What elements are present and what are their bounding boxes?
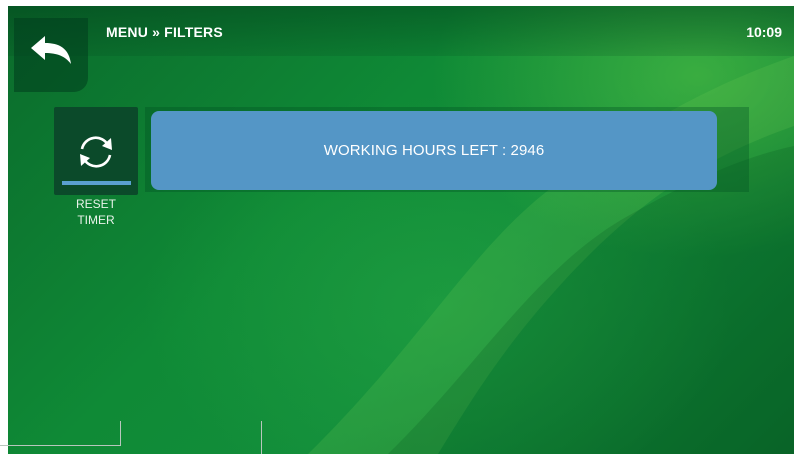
working-hours-panel: WORKING HOURS LEFT : 2946 [151, 111, 717, 190]
background-wave [308, 56, 794, 454]
guide-line-vertical-right [261, 421, 262, 454]
back-arrow-icon [31, 36, 71, 64]
breadcrumb: MENU » FILTERS [106, 24, 223, 40]
reset-underline [62, 181, 131, 185]
guide-line-vertical-left [120, 421, 121, 446]
back-button[interactable] [14, 18, 88, 92]
working-hours-text: WORKING HOURS LEFT : 2946 [323, 142, 545, 159]
screen: MENU » FILTERS 10:09 RESET TIMER WORKING… [8, 6, 794, 454]
reset-label-line2: TIMER [77, 213, 115, 227]
reset-label-line1: RESET [75, 197, 116, 211]
reset-timer-label: RESET TIMER [54, 196, 138, 228]
reset-timer-button[interactable] [54, 107, 138, 195]
guide-line-horizontal [0, 445, 121, 446]
refresh-icon [80, 136, 112, 168]
clock: 10:09 [746, 24, 782, 40]
